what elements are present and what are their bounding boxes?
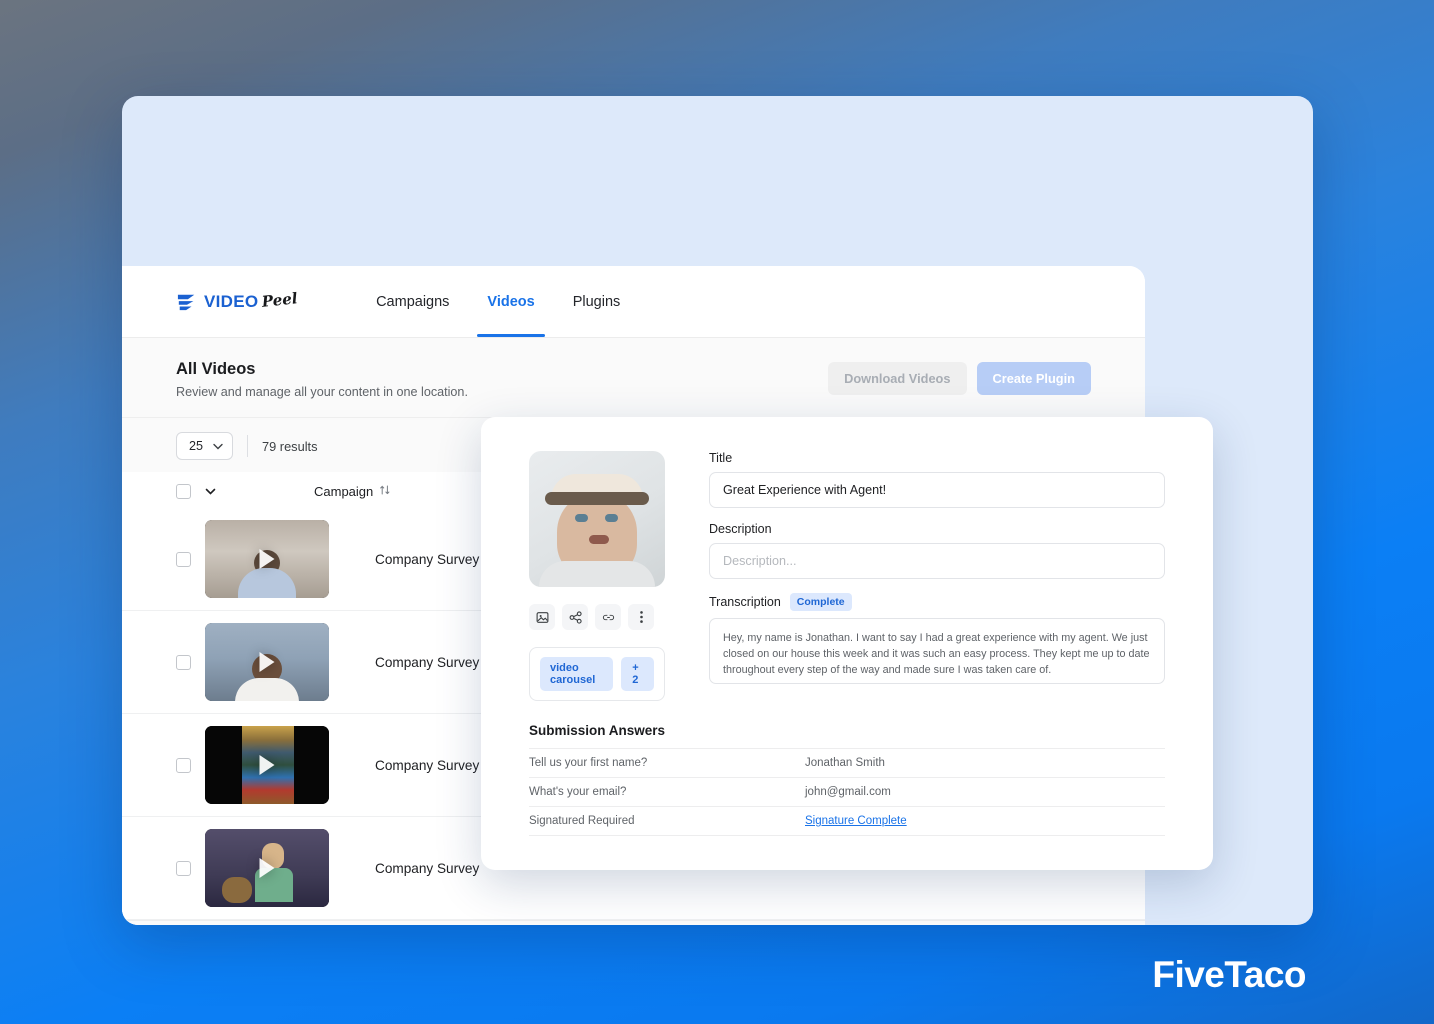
image-icon[interactable]: [529, 604, 555, 630]
submission-answers-table: Tell us your first name? Jonathan Smith …: [529, 748, 1165, 836]
logo-text: VIDEO: [204, 291, 259, 311]
video-thumbnail[interactable]: [205, 623, 329, 701]
play-icon: [259, 755, 275, 775]
create-plugin-button[interactable]: Create Plugin: [976, 362, 1091, 395]
nav-link-plugins[interactable]: Plugins: [573, 266, 621, 337]
videopeel-logo-icon: [176, 292, 198, 312]
top-nav: VIDEO Peel Campaigns Videos Plugins: [122, 266, 1145, 338]
page-header-actions: Download Videos Create Plugin: [828, 360, 1091, 395]
answer-value: john@gmail.com: [805, 777, 1165, 807]
sort-icon: [379, 484, 391, 499]
toolbar-divider: [247, 435, 249, 457]
detail-fields-column: Title Description Transcription Complete…: [709, 451, 1165, 701]
answer-question: Signatured Required: [529, 806, 805, 836]
column-header-campaign[interactable]: Campaign: [314, 484, 391, 499]
video-detail-modal: video carousel + 2 Title Description Tra…: [481, 417, 1213, 870]
page-size-select[interactable]: 25: [176, 432, 234, 460]
detail-media-column: video carousel + 2: [529, 451, 665, 701]
select-all-checkbox[interactable]: [176, 483, 191, 499]
transcription-text[interactable]: Hey, my name is Jonathan. I want to say …: [709, 618, 1165, 684]
table-row: What's your email? john@gmail.com: [529, 777, 1165, 807]
title-field-group: Title: [709, 451, 1165, 508]
tag-more-badge[interactable]: + 2: [621, 657, 654, 691]
signature-complete-link[interactable]: Signature Complete: [805, 815, 907, 827]
nav-link-videos[interactable]: Videos: [477, 266, 546, 337]
submission-answers-title: Submission Answers: [529, 723, 666, 738]
tag-list: video carousel + 2: [529, 647, 665, 701]
video-thumbnail[interactable]: [205, 726, 329, 804]
row-checkbox[interactable]: [176, 654, 191, 670]
play-icon: [259, 652, 275, 672]
chevron-down-icon: [213, 439, 223, 453]
title-label: Title: [709, 451, 733, 465]
answer-question: Tell us your first name?: [529, 748, 805, 778]
share-icon[interactable]: [562, 604, 588, 630]
play-icon: [259, 549, 275, 569]
transcription-group: Transcription Complete Hey, my name is J…: [709, 593, 1165, 684]
answer-question: What's your email?: [529, 777, 805, 807]
description-input[interactable]: [709, 543, 1165, 579]
play-icon: [259, 858, 275, 878]
title-input[interactable]: [709, 472, 1165, 508]
video-thumbnail[interactable]: [205, 520, 329, 598]
page-title: All Videos: [176, 360, 256, 378]
more-vertical-icon[interactable]: [628, 604, 654, 630]
page-size-value: 25: [189, 439, 204, 453]
download-videos-button[interactable]: Download Videos: [828, 362, 967, 395]
page-header: All Videos Review and manage all your co…: [122, 338, 1145, 418]
row-campaign-label: Company Survey: [375, 860, 480, 876]
media-action-icons: [529, 604, 665, 630]
column-header-campaign-label: Campaign: [314, 483, 374, 499]
avatar[interactable]: [529, 451, 665, 587]
video-thumbnail[interactable]: [205, 829, 329, 907]
list-footer: Tue Apr 19 2022: [122, 920, 1145, 925]
answer-value: Jonathan Smith: [805, 748, 1165, 778]
answer-value-link: Signature Complete: [805, 806, 1165, 836]
submission-answers-section: Submission Answers Tell us your first na…: [529, 723, 1165, 836]
fivetaco-watermark: FiveTaco: [1152, 954, 1306, 995]
status-badge: Complete: [789, 593, 852, 611]
row-checkbox[interactable]: [176, 757, 191, 773]
row-checkbox[interactable]: [176, 860, 191, 876]
nav-links: Campaigns Videos Plugins: [376, 266, 620, 337]
table-row: Tell us your first name? Jonathan Smith: [529, 748, 1165, 778]
transcription-header: Transcription Complete: [709, 593, 1165, 611]
description-field-group: Description: [709, 522, 1165, 579]
results-count: 79 results: [262, 438, 318, 454]
link-icon[interactable]: [595, 604, 621, 630]
page-subtitle: Review and manage all your content in on…: [176, 385, 468, 399]
row-campaign-label: Company Survey: [375, 551, 480, 567]
row-campaign-label: Company Survey: [375, 757, 480, 773]
nav-link-campaigns[interactable]: Campaigns: [376, 266, 449, 337]
row-campaign-label: Company Survey: [375, 654, 480, 670]
detail-top-section: video carousel + 2 Title Description Tra…: [529, 451, 1165, 701]
row-checkbox[interactable]: [176, 551, 191, 567]
tag-video-carousel[interactable]: video carousel: [540, 657, 614, 691]
app-logo[interactable]: VIDEO Peel: [176, 288, 299, 312]
table-row: Signatured Required Signature Complete: [529, 806, 1165, 836]
description-label: Description: [709, 522, 772, 536]
expand-chevron-icon[interactable]: [205, 482, 216, 500]
logo-script-text: Peel: [261, 288, 299, 311]
page-header-text: All Videos Review and manage all your co…: [176, 360, 468, 399]
transcription-label: Transcription: [709, 595, 781, 609]
